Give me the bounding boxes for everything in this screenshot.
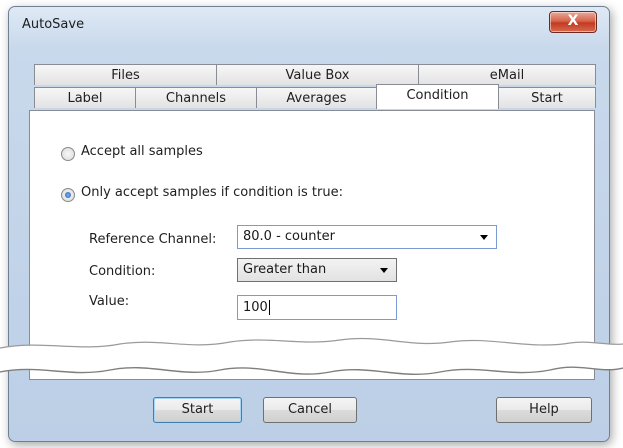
start-button[interactable]: Start xyxy=(153,397,242,423)
cancel-button[interactable]: Cancel xyxy=(263,397,357,423)
torn-edge-decoration xyxy=(0,337,623,375)
help-button[interactable]: Help xyxy=(496,397,592,423)
